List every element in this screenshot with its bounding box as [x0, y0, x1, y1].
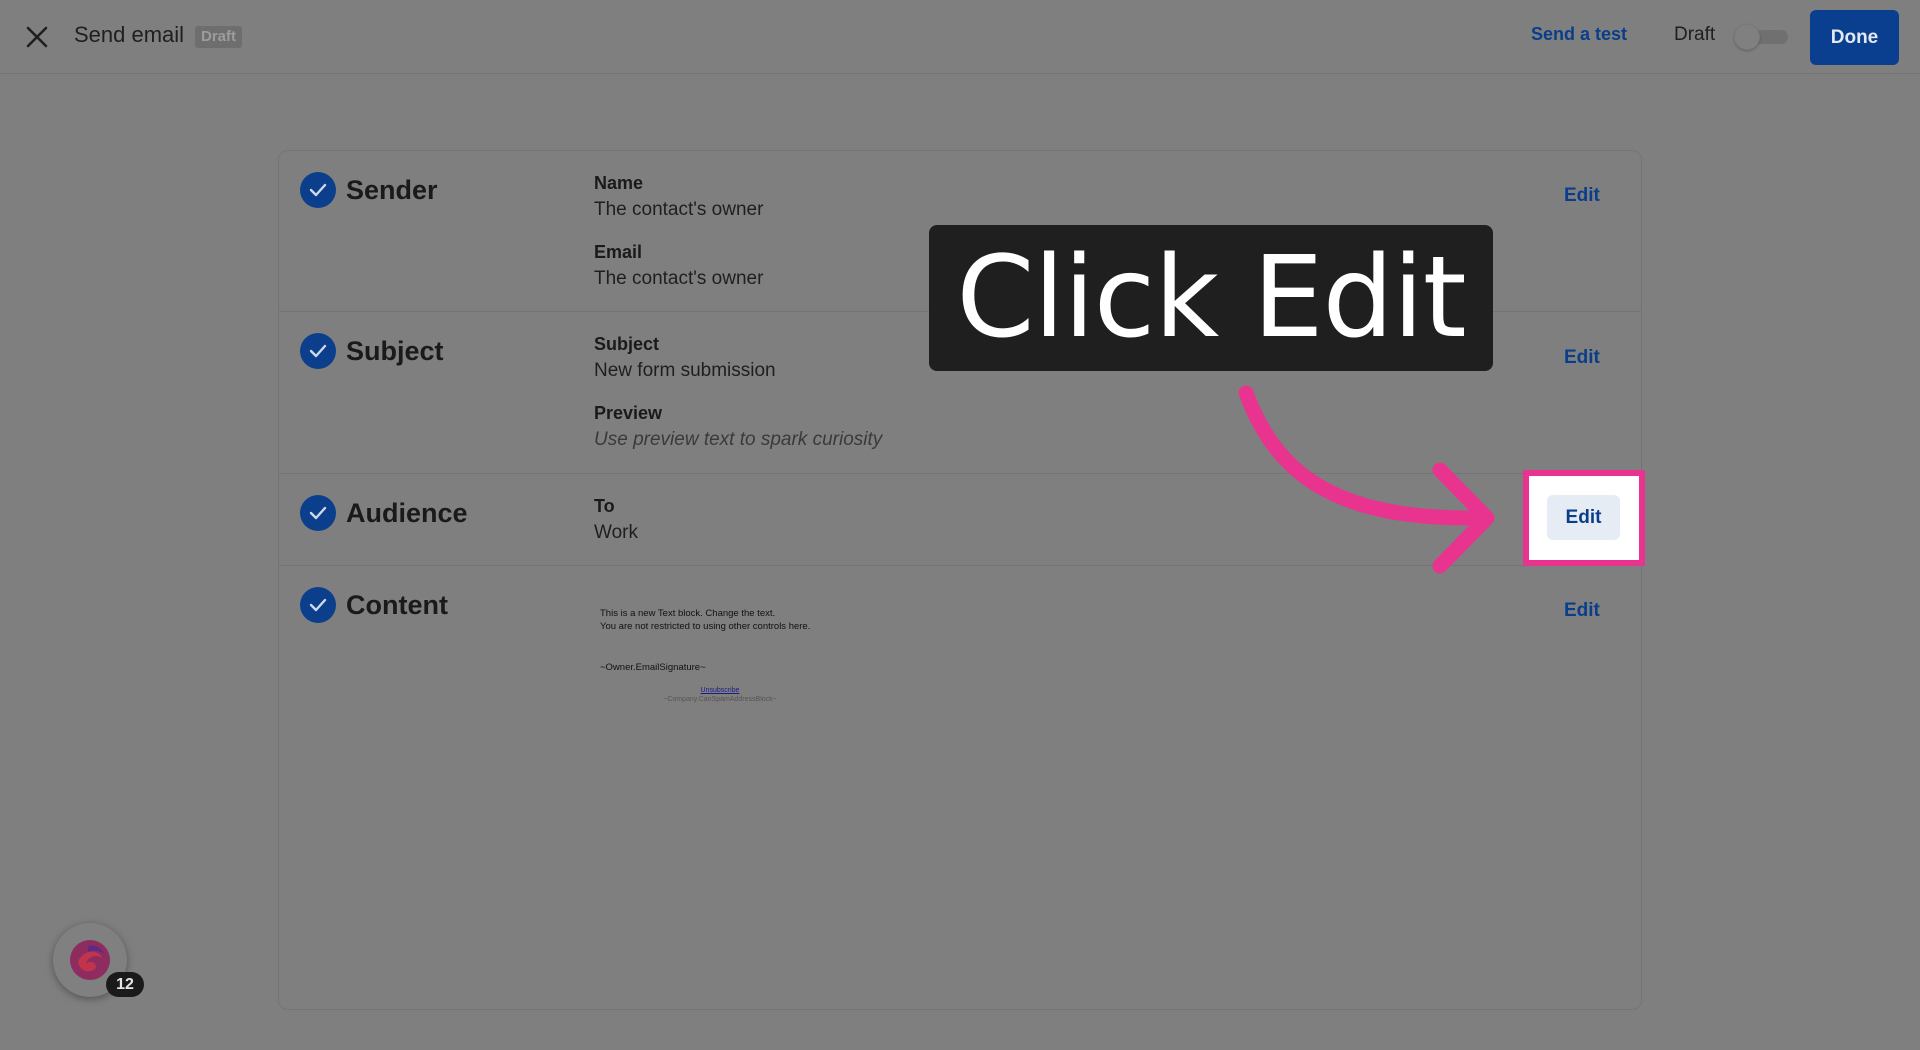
notification-count-badge: 12 — [106, 972, 144, 997]
pointer-arrow-icon — [1238, 385, 1495, 574]
logo-icon — [70, 940, 110, 980]
